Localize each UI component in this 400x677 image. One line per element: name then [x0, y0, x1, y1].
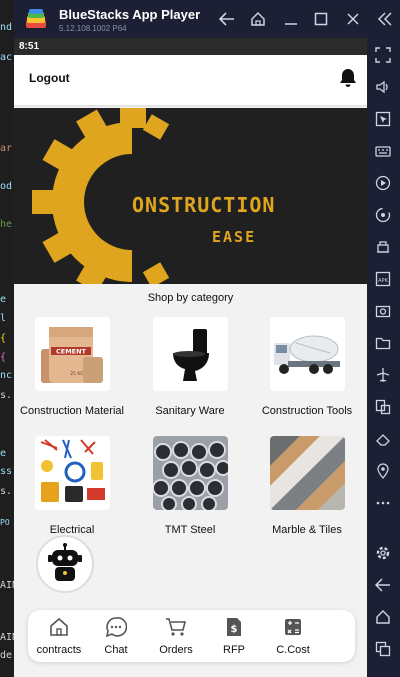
- status-bar-time: 8:51: [14, 38, 367, 55]
- nav-label: C.Cost: [276, 644, 310, 656]
- home-icon[interactable]: [249, 10, 267, 28]
- nav-chat[interactable]: Chat: [86, 616, 146, 656]
- back-arrow-icon[interactable]: [218, 10, 236, 28]
- editor-fragment: l: [0, 313, 7, 324]
- toilet-icon: [152, 317, 228, 391]
- location-icon[interactable]: [374, 462, 392, 480]
- editor-fragment: AIN: [0, 632, 14, 643]
- category-sanitary-ware[interactable]: Sanitary Ware: [132, 317, 248, 417]
- calculator-icon: [263, 616, 323, 638]
- android-back-icon[interactable]: [374, 576, 392, 594]
- nav-label: RFP: [223, 644, 245, 656]
- svg-text:$: $: [231, 624, 238, 635]
- editor-fragment: e: [0, 294, 7, 305]
- home-icon: [29, 616, 89, 638]
- eraser-icon[interactable]: [374, 430, 392, 448]
- category-label: Electrical: [49, 524, 95, 536]
- app-bar: Logout: [14, 55, 367, 105]
- nav-label: Orders: [159, 644, 193, 656]
- category-label: Construction Tools: [261, 405, 353, 417]
- editor-fragment: PO: [0, 518, 10, 527]
- emulator-sidebar: APK: [367, 38, 400, 677]
- shop-by-category-heading: Shop by category: [147, 292, 234, 304]
- svg-text:APK: APK: [378, 278, 388, 284]
- background-code-editor: nd ac ar od he e l { { nc s. e ss s. PO …: [0, 0, 14, 677]
- cart-icon: [146, 616, 206, 638]
- concrete-mixer-truck-icon: [269, 317, 345, 391]
- cement-bag-weight: 25 KG: [70, 371, 84, 377]
- minimize-icon[interactable]: [282, 10, 300, 28]
- settings-gear-icon[interactable]: [374, 544, 392, 562]
- nav-orders[interactable]: Orders: [146, 616, 206, 656]
- category-label: Construction Material: [20, 405, 124, 417]
- robot-icon: [48, 543, 82, 581]
- category-tmt-steel[interactable]: TMT Steel: [132, 436, 248, 536]
- marble-tiles-icon: [269, 436, 345, 510]
- category-construction-tools[interactable]: Construction Tools: [249, 317, 365, 417]
- collapse-sidebar-icon[interactable]: [376, 10, 394, 28]
- macro-icon[interactable]: [374, 238, 392, 256]
- logout-button[interactable]: Logout: [29, 71, 70, 85]
- category-marble-tiles[interactable]: Marble & Tiles: [249, 436, 365, 536]
- category-electrical[interactable]: Electrical: [14, 436, 130, 536]
- bottom-navigation: contracts Chat Orders $ RFP C.Cost: [28, 610, 355, 662]
- airplane-icon[interactable]: [374, 366, 392, 384]
- app-version: 5.12.108.1002 P64: [59, 24, 127, 33]
- editor-fragment: he: [0, 219, 13, 230]
- editor-fragment: s.: [0, 486, 13, 497]
- banner-title: ONSTRUCTION: [132, 193, 276, 217]
- chatbot-button[interactable]: [36, 535, 94, 593]
- phone-screen: 8:51 Logout ONSTRUCTION EASE Shop by cat…: [14, 38, 367, 677]
- fullscreen-icon[interactable]: [374, 46, 392, 64]
- nav-label: Chat: [104, 644, 128, 656]
- construction-ease-banner: ONSTRUCTION EASE: [14, 108, 367, 284]
- keyboard-icon[interactable]: [374, 142, 392, 160]
- multi-instance-icon[interactable]: [374, 398, 392, 416]
- category-construction-material[interactable]: CEMENT 25 KG Construction Material: [14, 317, 130, 417]
- cement-bag-text: CEMENT: [56, 348, 87, 356]
- recent-apps-icon[interactable]: [374, 640, 392, 658]
- editor-fragment: de: [0, 650, 13, 661]
- nav-ccost[interactable]: C.Cost: [263, 616, 323, 656]
- editor-fragment: ar: [0, 143, 13, 154]
- maximize-icon[interactable]: [312, 10, 330, 28]
- screenshot-icon[interactable]: [374, 302, 392, 320]
- editor-fragment: e: [0, 448, 7, 459]
- close-icon[interactable]: [344, 10, 362, 28]
- editor-fragment: s.: [0, 390, 13, 401]
- emulator-titlebar: BlueStacks App Player 5.12.108.1002 P64: [14, 0, 400, 38]
- record-icon[interactable]: [374, 174, 392, 192]
- editor-fragment: ac: [0, 52, 13, 63]
- volume-icon[interactable]: [374, 78, 392, 96]
- chat-bubble-icon: [86, 616, 146, 638]
- app-title: BlueStacks App Player: [59, 7, 201, 22]
- apk-install-icon[interactable]: APK: [374, 270, 392, 288]
- dollar-document-icon: $: [204, 616, 264, 638]
- notification-bell-icon[interactable]: [339, 68, 357, 93]
- category-label: Sanitary Ware: [155, 405, 225, 417]
- steel-pipes-icon: [152, 436, 228, 510]
- editor-fragment: ss: [0, 466, 13, 477]
- category-label: Marble & Tiles: [272, 524, 342, 536]
- editor-fragment: AIN: [0, 580, 14, 591]
- rotate-icon[interactable]: [374, 206, 392, 224]
- category-label: TMT Steel: [164, 524, 216, 536]
- banner-subtitle: EASE: [212, 228, 257, 246]
- editor-fragment: nc: [0, 370, 13, 381]
- folder-icon[interactable]: [374, 334, 392, 352]
- nav-label: contracts: [36, 644, 82, 656]
- nav-contracts[interactable]: contracts: [29, 616, 89, 656]
- android-home-icon[interactable]: [374, 608, 392, 626]
- editor-fragment: od: [0, 181, 13, 192]
- cement-bags-icon: CEMENT 25 KG: [34, 317, 110, 391]
- editor-fragment: {: [0, 352, 7, 363]
- electrical-tools-icon: [34, 436, 110, 510]
- editor-fragment: nd: [0, 22, 13, 33]
- bluestacks-logo-icon: [24, 8, 48, 30]
- pointer-icon[interactable]: [374, 110, 392, 128]
- more-options-icon[interactable]: [374, 494, 392, 512]
- nav-rfp[interactable]: $ RFP: [204, 616, 264, 656]
- editor-fragment: {: [0, 333, 7, 344]
